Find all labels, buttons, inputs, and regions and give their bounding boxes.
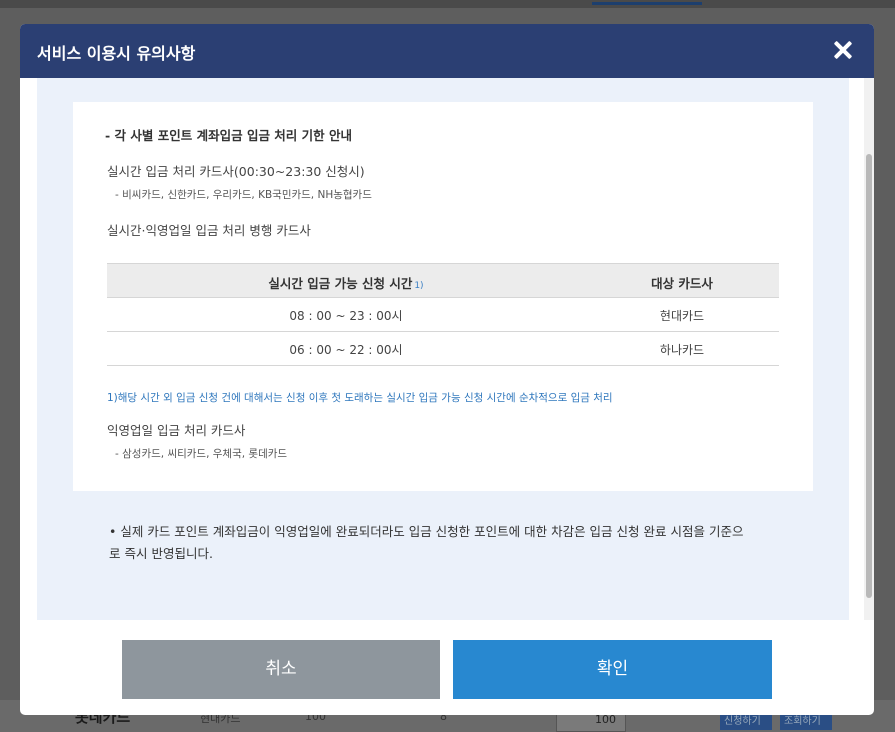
bank-heading: 실시간·익영업일 입금 처리 병행 카드사 — [107, 223, 311, 238]
modal-body: - 각 사별 포인트 계좌입금 입금 처리 기한 안내 실시간 입금 처리 카드… — [37, 78, 849, 620]
close-icon[interactable] — [832, 39, 854, 61]
confirm-button[interactable]: 확인 — [453, 640, 772, 699]
footnote-text: 1)해당 시간 외 입금 신청 건에 대해서는 신청 이후 첫 도래하는 실시간… — [107, 392, 613, 404]
background-tab-indicator — [592, 2, 702, 5]
table-row: 06 : 00 ~ 22 : 00시 하나카드 — [107, 332, 779, 366]
nextday-card-list: - 삼성카드, 씨티카드, 우체국, 롯데카드 — [115, 448, 288, 460]
modal-header: 서비스 이용시 유의사항 — [20, 24, 874, 78]
notice-line: • 실제 카드 포인트 계좌입금이 익영업일에 완료되더라도 입금 신청한 포인… — [109, 524, 744, 539]
realtime-card-list: - 비씨카드, 신한카드, 우리카드, KB국민카드, NH농협카드 — [115, 189, 372, 201]
background-topbar — [0, 0, 895, 8]
column-header-time: 실시간 입금 가능 신청 시간 1) — [268, 276, 424, 291]
table-row: 08 : 00 ~ 23 : 00시 현대카드 — [107, 298, 779, 332]
cancel-button[interactable]: 취소 — [122, 640, 440, 699]
table-cell-card: 현대카드 — [659, 309, 705, 323]
scrollbar-thumb[interactable] — [866, 154, 872, 598]
table-header: 실시간 입금 가능 신청 시간 1) 대상 카드사 — [107, 263, 779, 298]
footnote-marker: 1) — [414, 281, 424, 291]
notice-modal: 서비스 이용시 유의사항 - 각 사별 포인트 계좌입금 입금 처리 기한 안내… — [20, 24, 874, 715]
nextday-heading: 익영업일 입금 처리 카드사 — [107, 423, 246, 438]
modal-title: 서비스 이용시 유의사항 — [37, 44, 196, 63]
info-panel: - 각 사별 포인트 계좌입금 입금 처리 기한 안내 실시간 입금 처리 카드… — [73, 102, 813, 491]
modal-scrollbar[interactable] — [864, 78, 874, 620]
table-cell-time: 06 : 00 ~ 22 : 00시 — [289, 343, 403, 357]
notice-line: 로 즉시 반영됩니다. — [109, 546, 213, 561]
table-cell-time: 08 : 00 ~ 23 : 00시 — [289, 309, 403, 323]
deduction-notice: • 실제 카드 포인트 계좌입금이 익영업일에 완료되더라도 입금 신청한 포인… — [109, 521, 799, 565]
column-header-card: 대상 카드사 — [651, 276, 713, 291]
realtime-heading: 실시간 입금 처리 카드사(00:30~23:30 신청시) — [107, 164, 365, 179]
table-cell-card: 하나카드 — [659, 343, 705, 357]
schedule-table: 실시간 입금 가능 신청 시간 1) 대상 카드사 08 : 00 ~ 23 : … — [107, 263, 779, 366]
section-title: - 각 사별 포인트 계좌입금 입금 처리 기한 안내 — [105, 128, 353, 143]
